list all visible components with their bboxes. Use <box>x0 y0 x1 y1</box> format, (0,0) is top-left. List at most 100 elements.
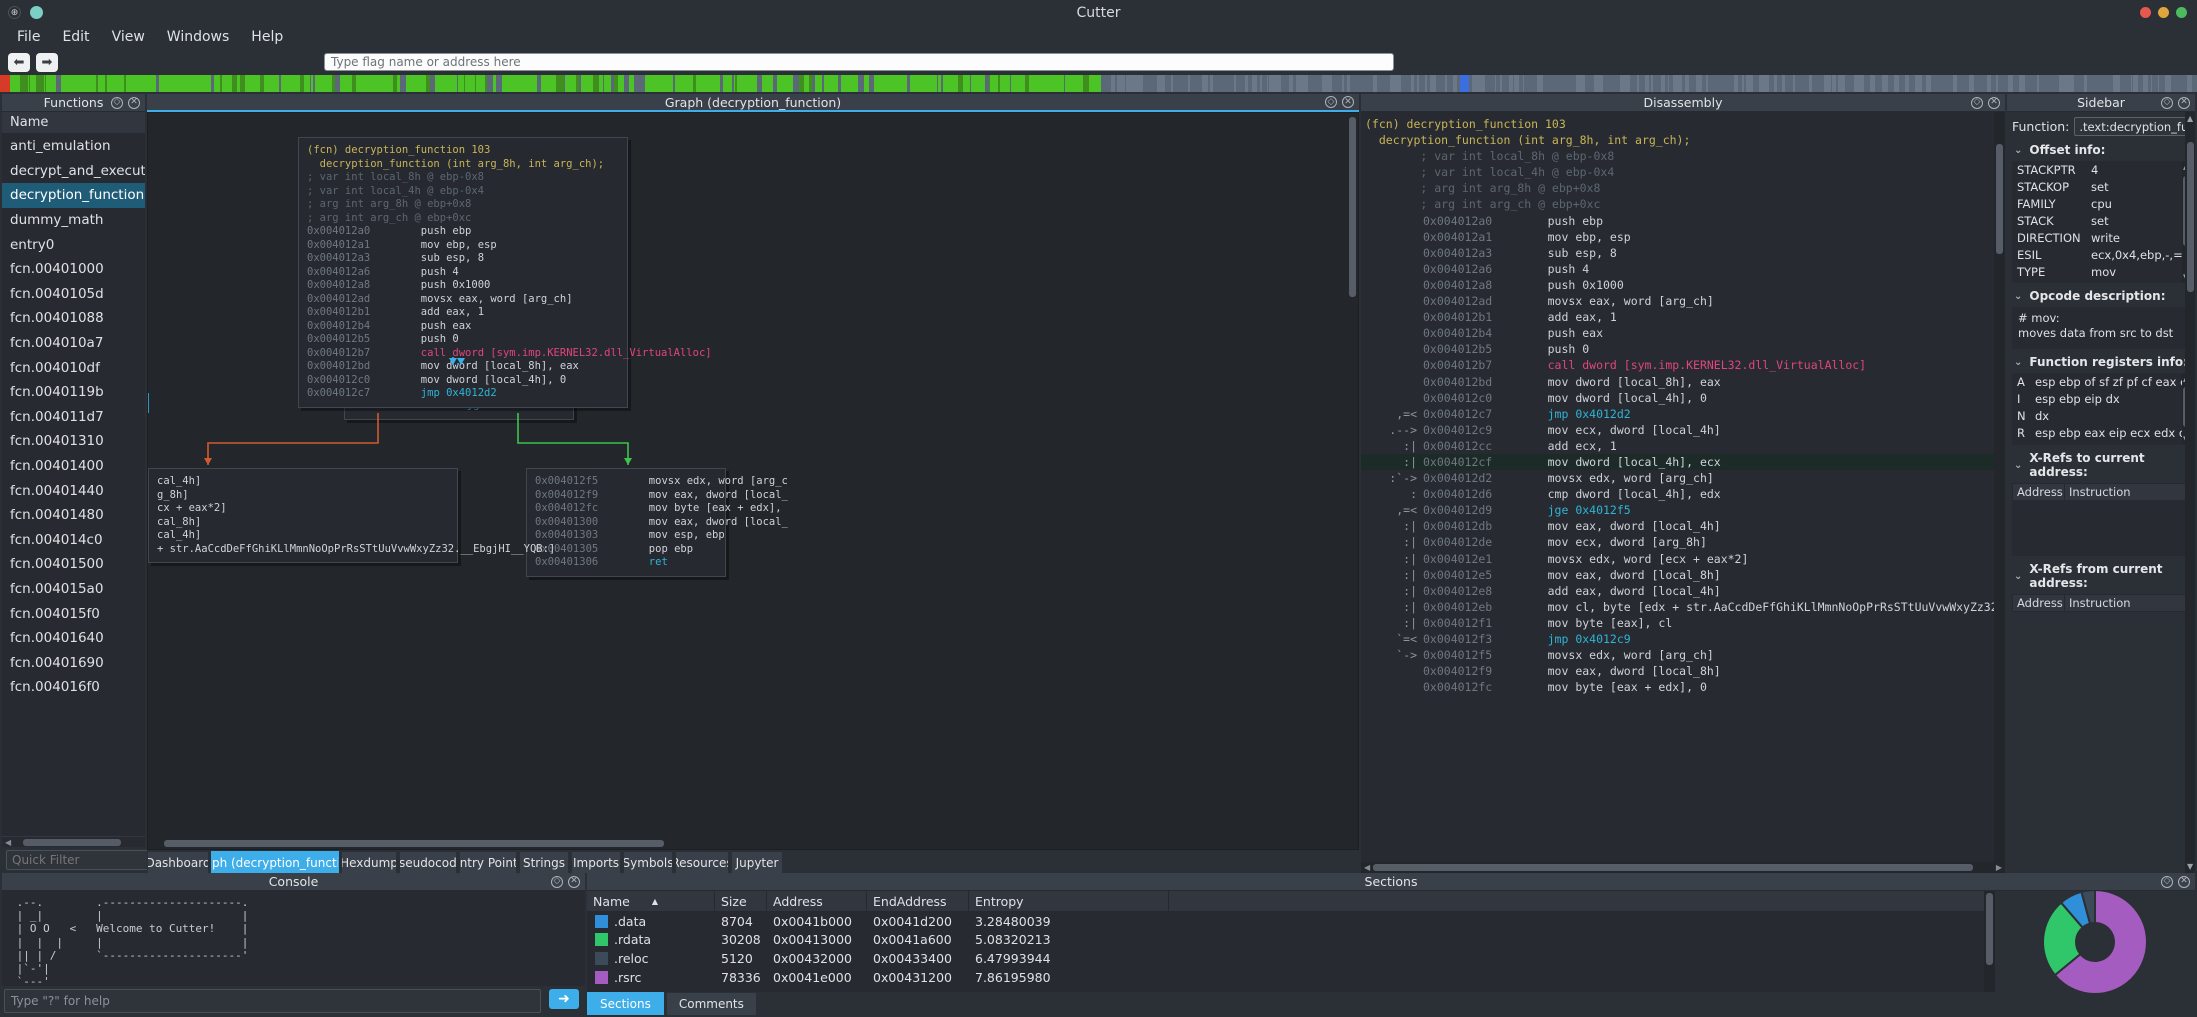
disassembly-line[interactable]: 0x004012a0 push ebp <box>1361 213 2005 229</box>
graph-block[interactable]: cal_4h]g_8h]cx + eax*2]cal_8h]cal_4h]+ s… <box>148 468 458 563</box>
function-list-item[interactable]: fcn.004010df <box>2 355 145 380</box>
view-tab[interactable]: Hexdump <box>341 851 397 873</box>
quick-filter-input[interactable] <box>6 850 168 870</box>
scroll-left-icon[interactable]: ◀ <box>1364 863 1370 872</box>
scroll-thumb[interactable] <box>23 839 121 846</box>
offset-info-row[interactable]: DIRECTIONwrite <box>2012 229 2191 246</box>
entropy-overview-bar[interactable] <box>0 75 2197 92</box>
sections-table-row[interactable]: .rsrc783360x0041e0000x004312007.86195980 <box>587 968 1984 987</box>
function-list-item[interactable]: fcn.00401400 <box>2 454 145 479</box>
xrefs-to-header[interactable]: ⌄ X-Refs to current address: <box>2014 451 2191 479</box>
sections-rows[interactable]: .data87040x0041b0000x0041d2003.28480039.… <box>587 912 1984 992</box>
sections-column-header[interactable]: Size <box>715 891 767 911</box>
float-icon[interactable]: ◇ <box>551 876 563 888</box>
view-tab[interactable]: Resources <box>675 851 729 873</box>
sections-column-header[interactable]: Name ▲ <box>587 891 715 911</box>
disassembly-line[interactable]: 0x004012f9 mov eax, dword [local_8h] <box>1361 663 2005 679</box>
disassembly-line[interactable]: ; var int local_8h @ ebp-0x8 <box>1361 148 2005 164</box>
function-list-item[interactable]: fcn.00401310 <box>2 429 145 454</box>
view-tab[interactable]: Symbols <box>623 851 673 873</box>
scroll-right-icon[interactable]: ▶ <box>1996 863 2002 872</box>
function-list-item[interactable]: fcn.004016f0 <box>2 675 145 700</box>
float-icon[interactable]: ◇ <box>1971 97 1983 109</box>
back-icon[interactable]: ⬅ <box>8 53 30 72</box>
disassembly-line[interactable]: :0x004012d6 cmp dword [local_4h], edx <box>1361 486 2005 502</box>
disassembly-line[interactable]: 0x004012b7 call dword [sym.imp.KERNEL32.… <box>1361 357 2005 373</box>
function-list-item[interactable]: fcn.00401640 <box>2 626 145 651</box>
sections-column-header[interactable]: Entropy <box>969 891 1169 911</box>
disassembly-line[interactable]: ; arg int arg_8h @ ebp+0x8 <box>1361 180 2005 196</box>
sections-table-row[interactable]: .data87040x0041b0000x0041d2003.28480039 <box>587 912 1984 931</box>
function-list-item[interactable]: fcn.004015f0 <box>2 601 145 626</box>
close-icon[interactable]: ✕ <box>1988 97 2000 109</box>
function-registers-table[interactable]: Aesp ebp of sf zf pf cf eax eip ecIesp e… <box>2012 373 2191 445</box>
function-list-item[interactable]: entry0 <box>2 232 145 257</box>
disassembly-line[interactable]: :|0x004012e1 movsx edx, word [ecx + eax*… <box>1361 551 2005 567</box>
function-list-item[interactable]: fcn.00401000 <box>2 257 145 282</box>
graph-block[interactable]: 0x004012f5 movsx edx, word [arg_c0x00401… <box>526 468 726 577</box>
disassembly-hscrollbar[interactable]: ◀ ▶ <box>1361 862 2005 873</box>
scroll-left-icon[interactable]: ◀ <box>5 838 11 847</box>
close-icon[interactable]: ✕ <box>2178 876 2190 888</box>
disassembly-line[interactable]: 0x004012c0 mov dword [local_4h], 0 <box>1361 390 2005 406</box>
disassembly-line[interactable]: :|0x004012e5 mov eax, dword [local_8h] <box>1361 567 2005 583</box>
view-tab-bar[interactable]: DashboardGraph (decryption_function)Hexd… <box>147 850 1359 873</box>
float-icon[interactable]: ◇ <box>1325 96 1337 108</box>
function-list-item[interactable]: anti_emulation <box>2 134 145 159</box>
disassembly-line[interactable]: :|0x004012cf mov dword [local_4h], ecx <box>1361 454 2005 470</box>
xrefs-to-col-instruction[interactable]: Instruction <box>2065 485 2131 499</box>
function-list-item[interactable]: fcn.0040105d <box>2 282 145 307</box>
view-tab[interactable]: Imports <box>571 851 621 873</box>
function-list-item[interactable]: dummy_math <box>2 208 145 233</box>
menu-edit[interactable]: Edit <box>51 27 100 47</box>
sections-table-row[interactable]: .reloc51200x004320000x004334006.47993944 <box>587 949 1984 968</box>
function-register-row[interactable]: Resp ebp eax eip ecx edx of sf cl <box>2012 424 2191 441</box>
menu-windows[interactable]: Windows <box>156 27 241 47</box>
disassembly-line[interactable]: .-->0x004012c9 mov ecx, dword [local_4h] <box>1361 422 2005 438</box>
graph-vscrollbar[interactable] <box>1347 113 1358 838</box>
float-icon[interactable]: ◇ <box>2161 876 2173 888</box>
sections-vscrollbar[interactable] <box>1984 891 1995 992</box>
offset-info-row[interactable]: FAMILYcpu <box>2012 195 2191 212</box>
forward-icon[interactable]: ➡ <box>36 53 58 72</box>
offset-info-row[interactable]: STACKset <box>2012 212 2191 229</box>
sidebar-vscrollbar[interactable]: ▲ ▼ <box>2185 112 2195 873</box>
function-list-item[interactable]: fcn.004011d7 <box>2 405 145 430</box>
sections-column-header[interactable]: Address <box>767 891 867 911</box>
offset-info-row[interactable]: STACKOPset <box>2012 178 2191 195</box>
disassembly-line[interactable]: :|0x004012cc add ecx, 1 <box>1361 438 2005 454</box>
offset-info-table[interactable]: STACKPTR4STACKOPsetFAMILYcpuSTACKsetDIRE… <box>2012 161 2191 283</box>
sections-column-headers[interactable]: Name ▲SizeAddressEndAddressEntropy <box>587 891 1984 912</box>
scroll-thumb[interactable] <box>1986 893 1993 965</box>
view-tab[interactable]: Jupyter <box>731 851 783 873</box>
disassembly-line[interactable]: ; arg int arg_ch @ ebp+0xc <box>1361 196 2005 212</box>
view-tab[interactable]: Entry Points <box>459 851 517 873</box>
disassembly-line[interactable]: 0x004012fc mov byte [eax + edx], 0 <box>1361 679 2005 695</box>
float-icon[interactable]: ◇ <box>111 97 123 109</box>
close-icon[interactable]: ✕ <box>568 876 580 888</box>
menu-file[interactable]: File <box>6 27 51 47</box>
scroll-thumb[interactable] <box>1349 117 1356 297</box>
function-list-item[interactable]: fcn.004010a7 <box>2 331 145 356</box>
scroll-down-icon[interactable]: ▼ <box>2187 862 2193 871</box>
console-command-input[interactable]: Type "?" for help <box>4 989 541 1013</box>
view-tab[interactable]: Strings <box>519 851 569 873</box>
xrefs-to-body[interactable] <box>2012 501 2191 556</box>
scroll-thumb[interactable] <box>2187 142 2194 292</box>
sidebar-function-value[interactable]: .text:decryption_function <box>2074 117 2191 136</box>
offset-info-row[interactable]: ESILecx,0x4,ebp,-,=[4] <box>2012 246 2191 263</box>
function-list-item[interactable]: fcn.00401480 <box>2 503 145 528</box>
disassembly-listing[interactable]: (fcn) decryption_function 103 decryption… <box>1361 112 2005 862</box>
function-list-item[interactable]: fcn.00401500 <box>2 552 145 577</box>
function-register-row[interactable]: Aesp ebp of sf zf pf cf eax eip ec <box>2012 373 2191 390</box>
disassembly-line[interactable]: 0x004012b4 push eax <box>1361 325 2005 341</box>
offset-info-row[interactable]: STACKPTR4 <box>2012 161 2191 178</box>
disassembly-line[interactable]: 0x004012bd mov dword [local_8h], eax <box>1361 374 2005 390</box>
offset-info-header[interactable]: ⌄ Offset info: <box>2014 143 2191 157</box>
function-registers-header[interactable]: ⌄ Function registers info: <box>2014 355 2191 369</box>
sections-tab[interactable]: Comments <box>666 992 757 1015</box>
disassembly-line[interactable]: ,=<0x004012c7 jmp 0x4012d2 <box>1361 406 2005 422</box>
disassembly-line[interactable]: 0x004012ad movsx eax, word [arg_ch] <box>1361 293 2005 309</box>
function-list-item[interactable]: fcn.00401088 <box>2 306 145 331</box>
sections-column-header[interactable]: EndAddress <box>867 891 969 911</box>
